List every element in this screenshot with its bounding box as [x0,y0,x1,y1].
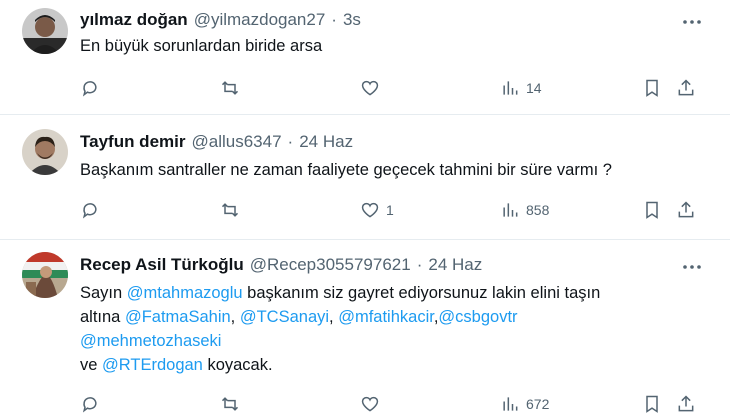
separator-dot: · [416,255,423,274]
text-segment: Sayın [80,284,127,302]
reply-button[interactable] [80,198,100,222]
bookmark-button[interactable] [642,76,662,100]
retweet-icon [221,81,239,95]
tweet-text: En büyük sorunlardan biride arsa [80,34,680,58]
mention-link[interactable]: @mehmetozhaseki [80,332,221,350]
reply-icon [82,81,97,97]
display-name[interactable]: Recep Asil Türkoğlu [80,255,244,275]
user-handle[interactable]: @yilmazdogan27 [194,10,326,30]
mention-link[interactable]: @mtahmazoglu [127,284,243,302]
text-segment: , [329,308,339,326]
text-segment: , [230,308,240,326]
action-bar: 672 [80,392,710,416]
share-button[interactable] [676,392,696,416]
more-horizontal-icon[interactable] [680,12,704,32]
display-name[interactable]: Tayfun demir [80,132,185,152]
action-bar: 14 [80,76,710,100]
retweet-button[interactable] [220,392,240,416]
text-segment: altına [80,308,125,326]
like-button[interactable] [360,392,386,416]
bookmark-icon [646,201,658,219]
reply-icon [82,203,97,219]
text-segment: başkanım siz gayret ediyorsunuz lakin el… [242,284,601,302]
view-count: 858 [526,202,550,218]
bookmark-button[interactable] [642,198,662,222]
heart-icon [361,202,379,218]
views-button[interactable]: 14 [500,76,542,100]
text-segment: koyacak. [202,356,273,374]
tweet[interactable]: Recep Asil Türkoğlu @Recep3055797621 · 2… [0,240,730,420]
separator-dot: · [331,10,337,29]
views-chart-icon [503,203,518,217]
heart-icon [361,80,379,96]
mention-link[interactable]: @TCSanayi [240,308,329,326]
tweet-header: Recep Asil Türkoğlu @Recep3055797621 · 2… [80,255,482,275]
separator-dot: · [287,132,294,151]
mention-link[interactable]: @RTErdogan [102,356,203,374]
mention-link[interactable]: @mfatihkacir [338,308,434,326]
tweet-header: yılmaz doğan @yilmazdogan27 · 3s [80,10,361,30]
like-count: 1 [386,202,394,218]
tweet-text-content: Başkanım santraller ne zaman faaliyete g… [80,161,612,179]
timestamp[interactable]: 3s [343,10,361,30]
more-horizontal-icon[interactable] [680,257,704,277]
tweet-text: Başkanım santraller ne zaman faaliyete g… [80,158,680,182]
retweet-button[interactable] [220,198,240,222]
user-handle[interactable]: @Recep3055797621 [250,255,411,275]
share-icon [678,201,694,218]
avatar[interactable] [22,252,68,298]
retweet-icon [221,397,239,411]
avatar[interactable] [22,8,68,54]
like-button[interactable] [360,76,386,100]
tweet-text: Sayın @mtahmazoglu başkanım siz gayret e… [80,281,680,377]
mention-link[interactable]: @FatmaSahin [125,308,231,326]
share-button[interactable] [676,198,696,222]
action-bar: 1 858 [80,198,710,222]
reply-button[interactable] [80,76,100,100]
views-chart-icon [503,81,518,95]
tweet-header: Tayfun demir @allus6347 · 24 Haz [80,132,353,152]
retweet-icon [221,203,239,217]
user-handle[interactable]: @allus6347 [191,132,281,152]
tweet[interactable]: Tayfun demir @allus6347 · 24 Haz Başkanı… [0,115,730,240]
bookmark-icon [646,395,658,413]
timestamp[interactable]: 24 Haz [428,255,482,275]
tweet-line: altına @FatmaSahin, @TCSanayi, @mfatihka… [80,305,680,329]
view-count: 672 [526,396,550,412]
bookmark-icon [646,79,658,97]
share-icon [678,79,694,96]
text-segment: ve [80,356,103,374]
reply-icon [82,397,97,413]
reply-button[interactable] [80,392,100,416]
tweet-line: @mehmetozhaseki [80,329,680,353]
tweet-text-content: En büyük sorunlardan biride arsa [80,37,323,55]
timestamp[interactable]: 24 Haz [299,132,353,152]
display-name[interactable]: yılmaz doğan [80,10,188,30]
bookmark-button[interactable] [642,392,662,416]
share-button[interactable] [676,76,696,100]
avatar[interactable] [22,129,68,175]
heart-icon [361,396,379,412]
like-button[interactable]: 1 [360,198,394,222]
views-button[interactable]: 672 [500,392,549,416]
share-icon [678,395,694,412]
mention-link[interactable]: @csbgovtr [438,308,517,326]
tweet[interactable]: yılmaz doğan @yilmazdogan27 · 3s En büyü… [0,0,730,115]
views-chart-icon [503,397,518,411]
view-count: 14 [526,80,542,96]
tweet-line: ve @RTErdogan koyacak. [80,353,680,377]
retweet-button[interactable] [220,76,240,100]
tweet-line: Sayın @mtahmazoglu başkanım siz gayret e… [80,281,680,305]
views-button[interactable]: 858 [500,198,549,222]
